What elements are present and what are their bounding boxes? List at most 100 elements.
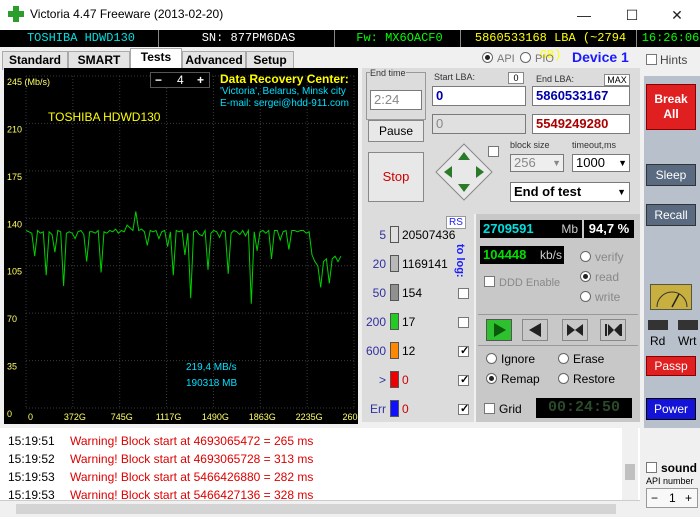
block-row-count: 0 — [402, 373, 409, 387]
speed-unit: kb/s — [539, 248, 562, 262]
log-scroll-thumb[interactable] — [625, 464, 635, 480]
mb-unit: Mb — [561, 222, 578, 236]
drive-info-bar: TOSHIBA HDWD130 SN: 877PM6DAS Fw: MX6OAC… — [0, 30, 700, 62]
sound-checkbox[interactable]: sound — [646, 461, 697, 475]
api-radio-dot[interactable] — [482, 52, 493, 63]
timeout-label: timeout,ms — [572, 140, 617, 150]
x-tick-label: 745G — [111, 412, 133, 422]
log-hscrollbar[interactable] — [0, 500, 640, 517]
block-row-log-checkbox[interactable] — [458, 373, 469, 386]
end-mode-select[interactable]: End of test ▼ — [510, 182, 630, 202]
end-mode-value: End of test — [514, 184, 582, 199]
pio-radio[interactable]: PIO — [520, 52, 554, 65]
hints-label: Hints — [660, 53, 688, 67]
block-stats-panel: RS to log: 5 20507436 20 1169141 50 154 200 17 6… — [362, 214, 474, 422]
end-lba-max-button[interactable]: MAX — [604, 74, 630, 86]
verify-radio-dot[interactable] — [580, 251, 591, 262]
verify-radio[interactable]: verify — [580, 250, 624, 264]
back-button[interactable] — [522, 319, 548, 341]
erase-radio[interactable]: Erase — [558, 352, 604, 366]
api-plus-button[interactable]: + — [685, 491, 692, 505]
ignore-radio-dot[interactable] — [486, 353, 497, 364]
block-row-log-checkbox[interactable] — [458, 402, 469, 415]
x-tick-label: 1117G — [156, 412, 182, 422]
end-button[interactable] — [600, 319, 626, 341]
power-button[interactable]: Power — [646, 398, 696, 420]
break-all-button[interactable]: Break All — [646, 84, 696, 130]
restore-radio-dot[interactable] — [558, 373, 569, 384]
end-lba-input[interactable]: 5860533167 — [532, 86, 630, 106]
api-minus-button[interactable]: − — [651, 491, 658, 505]
drive-lba-capacity: 5860533168 LBA (~2794 GB) — [460, 30, 636, 62]
remap-radio-dot[interactable] — [486, 373, 497, 384]
block-row-count: 20507436 — [402, 228, 456, 242]
sound-check[interactable] — [646, 462, 657, 473]
passp-button[interactable]: Passp — [646, 356, 696, 376]
block-row-color-swatch — [390, 371, 399, 388]
nav-diamond-icon — [435, 143, 493, 201]
ddd-enable-checkbox[interactable]: DDD Enable — [484, 276, 560, 289]
step-plus-button[interactable]: + — [197, 73, 204, 87]
block-size-dropdown-icon: ▼ — [552, 158, 561, 168]
read-label: read — [595, 270, 620, 284]
timeout-value: 1000 — [576, 155, 605, 170]
read-radio-dot[interactable] — [580, 271, 591, 282]
sound-label: sound — [661, 461, 697, 475]
log-scrollbar[interactable] — [622, 428, 638, 500]
pio-radio-dot[interactable] — [520, 52, 531, 63]
device-label: Device 1 — [572, 49, 629, 65]
x-tick-label: 2235G — [296, 412, 323, 422]
block-row-log-checkbox[interactable] — [458, 317, 469, 328]
log-row: 15:19:51 Warning! Block start at 46930654… — [8, 432, 313, 450]
remap-radio[interactable]: Remap — [486, 372, 540, 386]
hints-checkbox[interactable]: Hints — [646, 53, 687, 67]
dr-line1: 'Victoria', Belarus, Minsk city — [220, 86, 346, 97]
write-radio-dot[interactable] — [580, 291, 591, 302]
end-mode-dropdown-icon: ▼ — [617, 187, 626, 197]
restore-radio[interactable]: Restore — [558, 372, 615, 386]
window-title: Victoria 4.47 Freeware (2013-02-20) — [30, 7, 224, 21]
read-radio[interactable]: read — [580, 270, 619, 284]
nav-checkbox[interactable] — [488, 146, 499, 157]
close-button[interactable]: ✕ — [654, 0, 700, 30]
skip-button[interactable] — [562, 319, 588, 341]
block-size-select[interactable]: 256 ▼ — [510, 154, 564, 172]
navigation-pad[interactable] — [434, 142, 494, 202]
sleep-button[interactable]: Sleep — [646, 164, 696, 186]
block-row-log-checkbox[interactable] — [458, 344, 469, 357]
timeout-select[interactable]: 1000 ▼ — [572, 154, 630, 172]
maximize-button[interactable]: ☐ — [609, 0, 655, 30]
erase-label: Erase — [573, 352, 605, 366]
block-row-color-swatch — [390, 226, 399, 243]
hints-check[interactable] — [646, 54, 657, 65]
grid-check[interactable] — [484, 403, 495, 414]
percent-display: 94,7 % — [584, 220, 634, 238]
start-lba-zero-button[interactable]: 0 — [508, 72, 524, 84]
dr-title: Data Recovery Center: — [220, 72, 349, 86]
block-row-log-checkbox[interactable] — [458, 288, 469, 299]
write-radio[interactable]: write — [580, 290, 620, 304]
minimize-button[interactable]: — — [561, 0, 607, 30]
block-row-color-swatch — [390, 313, 399, 330]
x-tick-label: 0 — [28, 412, 33, 422]
end-lba-label: End LBA: — [536, 74, 575, 84]
log-time: 15:19:53 — [8, 470, 55, 484]
event-log[interactable]: 15:19:51 Warning! Block start at 46930654… — [0, 428, 640, 502]
stop-button[interactable]: Stop — [368, 152, 424, 202]
recall-button[interactable]: Recall — [646, 204, 696, 226]
play-button[interactable] — [486, 319, 512, 341]
progress-panel: 2709591 Mb 94,7 % 104448 kb/s DDD Enable… — [476, 214, 640, 422]
erase-radio-dot[interactable] — [558, 353, 569, 364]
start-lba-input[interactable]: 0 — [432, 86, 526, 106]
tab-tests[interactable]: Tests — [130, 48, 182, 70]
end-time-input[interactable]: 2:24 — [370, 90, 422, 110]
ddd-check[interactable] — [484, 276, 495, 287]
speed-value: 104448 — [483, 247, 527, 262]
ignore-radio[interactable]: Ignore — [486, 352, 535, 366]
grid-checkbox[interactable]: Grid — [484, 402, 522, 416]
y-tick-label: 210 — [7, 124, 22, 134]
log-hscroll-thumb[interactable] — [16, 504, 616, 514]
pause-button[interactable]: Pause — [368, 120, 424, 142]
step-minus-button[interactable]: − — [155, 73, 162, 87]
api-radio[interactable]: API — [482, 52, 515, 65]
